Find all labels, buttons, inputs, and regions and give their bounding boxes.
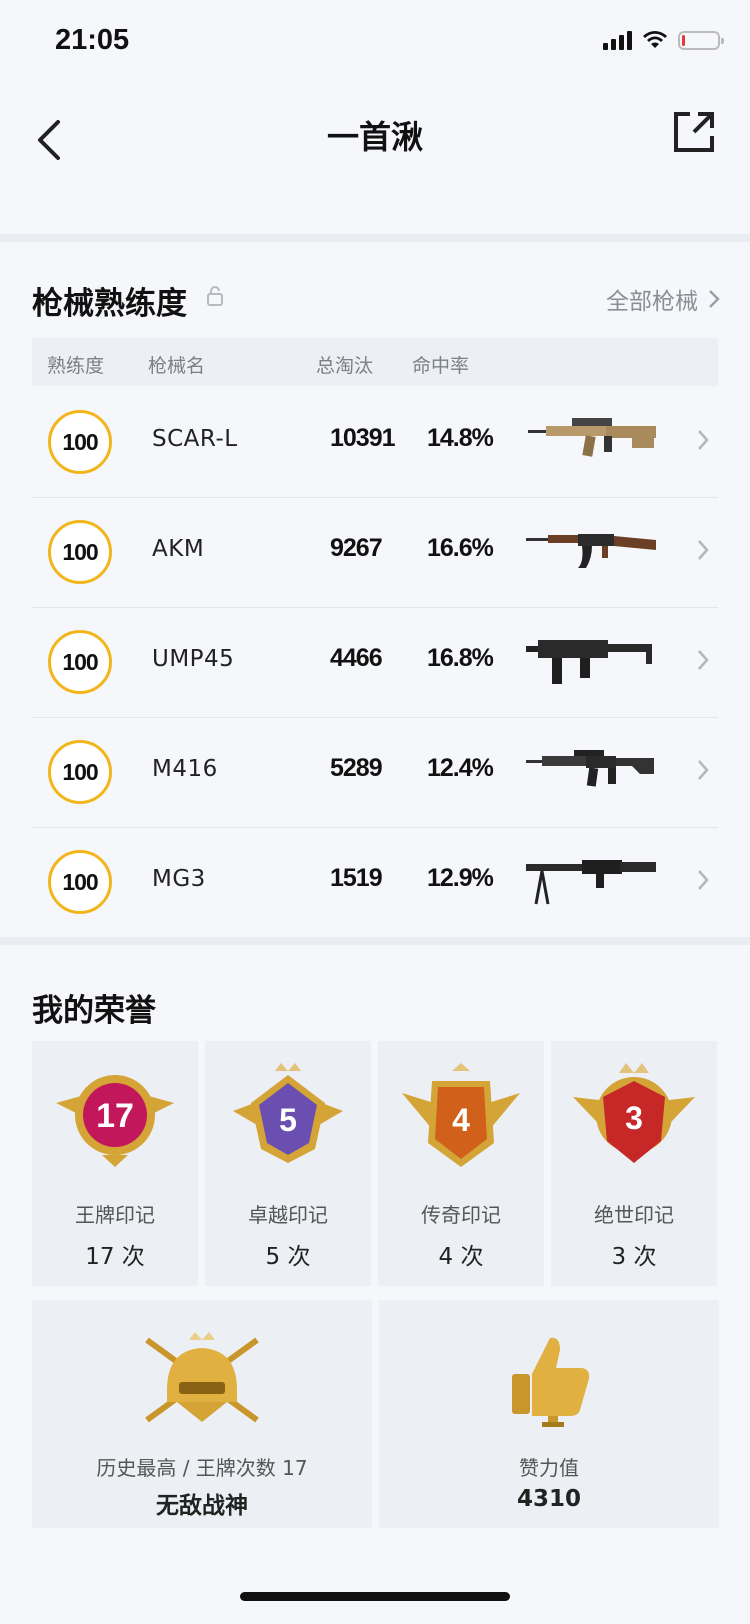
section-divider	[0, 937, 750, 945]
lock-icon[interactable]	[206, 286, 224, 306]
likes-value: 4310	[516, 1486, 581, 1512]
weapon-name: M416	[152, 756, 218, 782]
highest-rank-value: 无敌战神	[156, 1493, 248, 1519]
highest-rank-label: 历史最高 / 王牌次数 17	[96, 1456, 308, 1480]
weapon-kills: 1519	[330, 864, 383, 892]
medal-number: 4	[452, 1102, 470, 1138]
proficiency-badge: 100	[48, 850, 112, 914]
medal-card[interactable]: 5 卓越印记 5 次	[205, 1041, 371, 1286]
header-weapon-name: 枪械名	[148, 355, 206, 377]
conqueror-emblem-icon	[145, 1332, 259, 1423]
weapon-section-title: 枪械熟练度	[32, 286, 187, 322]
akm-icon	[526, 534, 656, 568]
section-divider	[0, 234, 750, 242]
status-time: 21:05	[55, 24, 130, 56]
medal-name: 绝世印记	[594, 1203, 674, 1227]
weapon-row[interactable]: 100 UMP45 4466 16.8%	[32, 608, 718, 718]
peerless-medal-icon: 3	[573, 1063, 695, 1163]
cellular-signal-icon	[603, 30, 632, 50]
proficiency-badge: 100	[48, 520, 112, 584]
weapon-list: 100 SCAR-L 10391 14.8% 100 AKM 9267 16.6…	[32, 388, 718, 937]
medal-name: 传奇印记	[421, 1203, 501, 1227]
medal-number: 3	[625, 1100, 643, 1136]
legend-medal-icon: 4	[402, 1063, 520, 1167]
likes-card[interactable]: 赞力值 4310	[379, 1300, 719, 1528]
header-proficiency: 熟练度	[47, 355, 105, 377]
weapon-kills: 5289	[330, 754, 383, 782]
all-weapons-link[interactable]: 全部枪械	[606, 282, 720, 316]
all-weapons-label: 全部枪械	[606, 289, 698, 315]
weapon-row[interactable]: 100 MG3 1519 12.9%	[32, 828, 718, 937]
honor-section: 我的荣誉 17 王牌印记 17 次 5 卓越印记 5 次 4 传奇印记 4 次 …	[0, 945, 750, 1545]
chevron-right-icon	[709, 290, 720, 308]
medal-card[interactable]: 4 传奇印记 4 次	[378, 1041, 544, 1286]
header-accuracy: 命中率	[412, 355, 470, 377]
weapon-accuracy: 14.8%	[427, 424, 494, 452]
weapon-row[interactable]: 100 SCAR-L 10391 14.8%	[32, 388, 718, 498]
highest-rank-card[interactable]: 历史最高 / 王牌次数 17 无敌战神	[32, 1300, 372, 1528]
home-indicator[interactable]	[240, 1592, 510, 1601]
proficiency-badge: 100	[48, 740, 112, 804]
medal-count: 4 次	[438, 1244, 484, 1270]
ace-medal-icon: 17	[56, 1075, 174, 1167]
thumbs-up-icon	[512, 1337, 590, 1427]
medal-card[interactable]: 17 王牌印记 17 次	[32, 1041, 198, 1286]
chevron-right-icon	[698, 430, 709, 450]
proficiency-badge: 100	[48, 630, 112, 694]
medal-list: 17 王牌印记 17 次 5 卓越印记 5 次 4 传奇印记 4 次 3 绝世印…	[32, 1041, 720, 1286]
status-bar: 21:05	[0, 0, 750, 90]
header-kills: 总淘汰	[316, 355, 374, 377]
weapon-mastery-section: 枪械熟练度 全部枪械 熟练度 枪械名 总淘汰 命中率 100 SCAR-L 10…	[0, 242, 750, 937]
medal-card[interactable]: 3 绝世印记 3 次	[551, 1041, 717, 1286]
nav-bar: 一首湫	[0, 90, 750, 230]
m416-icon	[526, 750, 654, 787]
weapon-name: UMP45	[152, 646, 235, 672]
likes-label: 赞力值	[519, 1456, 579, 1480]
weapon-row[interactable]: 100 M416 5289 12.4%	[32, 718, 718, 828]
medal-count: 17 次	[85, 1244, 145, 1270]
weapon-accuracy: 16.6%	[427, 534, 494, 562]
proficiency-badge: 100	[48, 410, 112, 474]
weapon-kills: 10391	[330, 424, 396, 452]
chevron-right-icon	[698, 870, 709, 890]
table-header: 熟练度 枪械名 总淘汰 命中率	[32, 338, 718, 386]
wifi-icon	[643, 31, 667, 48]
weapon-row[interactable]: 100 AKM 9267 16.6%	[32, 498, 718, 608]
medal-count: 3 次	[611, 1244, 657, 1270]
chevron-right-icon	[698, 540, 709, 560]
weapon-accuracy: 16.8%	[427, 644, 494, 672]
weapon-accuracy: 12.4%	[427, 754, 494, 782]
ump45-icon	[526, 640, 652, 684]
weapon-name: MG3	[152, 866, 206, 892]
honor-section-title: 我的荣誉	[32, 993, 156, 1029]
scar-l-icon	[528, 418, 656, 457]
chevron-right-icon	[698, 760, 709, 780]
weapon-kills: 9267	[330, 534, 383, 562]
page-title: 一首湫	[326, 118, 423, 156]
chevron-right-icon	[698, 650, 709, 670]
share-icon[interactable]	[670, 108, 718, 156]
medal-number: 17	[96, 1097, 134, 1135]
medal-name: 王牌印记	[75, 1203, 155, 1227]
battery-icon	[678, 30, 724, 50]
weapon-name: AKM	[152, 536, 205, 562]
weapon-name: SCAR-L	[152, 426, 238, 452]
elite-medal-icon: 5	[233, 1063, 343, 1163]
medal-name: 卓越印记	[248, 1203, 328, 1227]
status-icons	[603, 30, 724, 50]
medal-number: 5	[279, 1102, 297, 1138]
weapon-kills: 4466	[330, 644, 383, 672]
weapon-accuracy: 12.9%	[427, 864, 494, 892]
honor-summary: 历史最高 / 王牌次数 17 无敌战神 赞力值 4310	[32, 1300, 720, 1528]
mg3-icon	[526, 860, 656, 905]
medal-count: 5 次	[265, 1244, 311, 1270]
